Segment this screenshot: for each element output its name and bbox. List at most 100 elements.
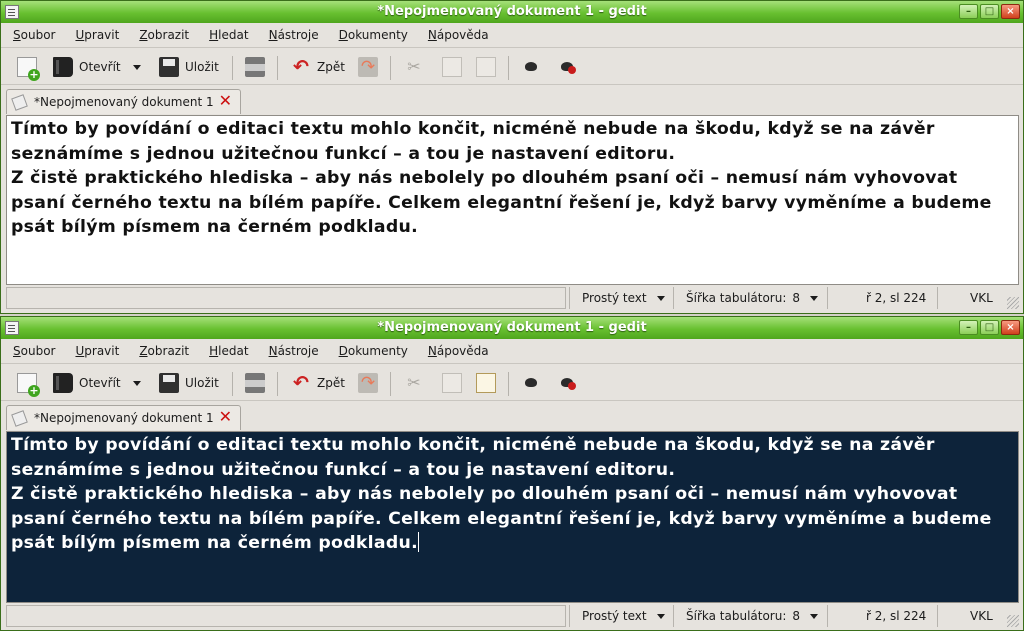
- title-bar[interactable]: *Nepojmenovaný dokument 1 - gedit – □ ×: [1, 1, 1023, 23]
- tab-width-value: 8: [792, 609, 801, 623]
- menu-dokumenty[interactable]: Dokumenty: [339, 28, 408, 42]
- undo-label: Zpět: [317, 60, 345, 74]
- copy-button[interactable]: [442, 372, 462, 394]
- cursor-position: ř 2, sl 224: [827, 605, 937, 627]
- menu-zobrazit[interactable]: Zobrazit: [139, 344, 189, 358]
- save-button[interactable]: Uložit: [159, 56, 219, 78]
- new-button[interactable]: [17, 56, 40, 81]
- paste-icon: [476, 373, 496, 393]
- paste-button[interactable]: [476, 56, 496, 78]
- menu-hledat[interactable]: Hledat: [209, 28, 248, 42]
- document-tab[interactable]: *Nepojmenovaný dokument 1 ✕: [6, 405, 241, 430]
- menu-bar: Soubor Upravit Zobrazit Hledat Nástroje …: [1, 339, 1023, 362]
- copy-icon: [442, 373, 462, 393]
- tab-width-label: Šířka tabulátoru:: [686, 609, 787, 623]
- find-button[interactable]: [522, 372, 542, 394]
- menu-nastroje[interactable]: Nástroje: [269, 344, 319, 358]
- toolbar-separator: [277, 56, 278, 80]
- save-label: Uložit: [185, 376, 219, 390]
- find-replace-button[interactable]: [558, 56, 578, 78]
- tab-label: *Nepojmenovaný dokument 1: [34, 95, 214, 109]
- menu-hledat[interactable]: Hledat: [209, 344, 248, 358]
- chevron-down-icon: [656, 613, 665, 619]
- open-button[interactable]: Otevřít: [53, 56, 121, 78]
- menu-bar: Soubor Upravit Zobrazit Hledat Nástroje …: [1, 23, 1023, 46]
- cut-button[interactable]: ✂: [404, 56, 424, 78]
- toolbar: Otevřít Uložit ↶ Zpět ↷ ✂: [1, 363, 1023, 401]
- copy-button[interactable]: [442, 56, 462, 78]
- language-label: Prostý text: [582, 291, 647, 305]
- tab-width-label: Šířka tabulátoru:: [686, 291, 787, 305]
- print-button[interactable]: [245, 56, 265, 78]
- menu-upravit[interactable]: Upravit: [75, 344, 119, 358]
- redo-button[interactable]: ↷: [358, 56, 378, 78]
- chevron-down-icon: [810, 295, 819, 301]
- new-document-icon: [17, 373, 40, 397]
- tab-width-selector[interactable]: Šířka tabulátoru: 8: [673, 605, 827, 627]
- close-tab-icon[interactable]: ✕: [219, 409, 232, 425]
- new-button[interactable]: [17, 372, 40, 397]
- close-window-button[interactable]: ×: [1001, 320, 1020, 335]
- redo-button[interactable]: ↷: [358, 372, 378, 394]
- minimize-button[interactable]: –: [959, 320, 978, 335]
- toolbar-separator: [232, 372, 233, 396]
- open-recent-dropdown[interactable]: [129, 56, 141, 78]
- print-button[interactable]: [245, 372, 265, 394]
- maximize-button[interactable]: □: [980, 320, 999, 335]
- resize-grip[interactable]: [1007, 297, 1019, 309]
- new-document-icon: [17, 57, 40, 81]
- toolbar-separator: [508, 56, 509, 80]
- tab-label: *Nepojmenovaný dokument 1: [34, 411, 214, 425]
- save-icon: [159, 57, 179, 77]
- find-icon: [522, 57, 542, 77]
- gedit-window-dark: *Nepojmenovaný dokument 1 - gedit – □ × …: [0, 316, 1024, 631]
- find-button[interactable]: [522, 56, 542, 78]
- menu-soubor[interactable]: Soubor: [13, 28, 55, 42]
- tab-width-value: 8: [792, 291, 801, 305]
- text-editor[interactable]: Tímto by povídání o editaci textu mohlo …: [6, 115, 1019, 285]
- menu-napoveda[interactable]: Nápověda: [428, 28, 489, 42]
- open-recent-dropdown[interactable]: [129, 372, 141, 394]
- chevron-down-icon: [656, 295, 665, 301]
- document-tab[interactable]: *Nepojmenovaný dokument 1 ✕: [6, 89, 241, 114]
- maximize-button[interactable]: □: [980, 4, 999, 19]
- language-label: Prostý text: [582, 609, 647, 623]
- status-message-area: [6, 605, 566, 627]
- toolbar-separator: [508, 372, 509, 396]
- undo-button[interactable]: ↶ Zpět: [291, 56, 345, 78]
- tab-bar: *Nepojmenovaný dokument 1 ✕: [1, 403, 1023, 430]
- cut-button[interactable]: ✂: [404, 372, 424, 394]
- save-label: Uložit: [185, 60, 219, 74]
- close-tab-icon[interactable]: ✕: [219, 93, 232, 109]
- open-icon: [53, 373, 73, 393]
- language-selector[interactable]: Prostý text: [569, 605, 673, 627]
- toolbar-separator: [390, 56, 391, 80]
- menu-zobrazit[interactable]: Zobrazit: [139, 28, 189, 42]
- open-icon: [53, 57, 73, 77]
- toolbar-separator: [390, 372, 391, 396]
- text-editor[interactable]: Tímto by povídání o editaci textu mohlo …: [6, 431, 1019, 603]
- cut-icon: ✂: [407, 57, 421, 76]
- menu-soubor[interactable]: Soubor: [13, 344, 55, 358]
- tab-width-selector[interactable]: Šířka tabulátoru: 8: [673, 287, 827, 309]
- menu-napoveda[interactable]: Nápověda: [428, 344, 489, 358]
- tab-bar: *Nepojmenovaný dokument 1 ✕: [1, 87, 1023, 114]
- undo-button[interactable]: ↶ Zpět: [291, 372, 345, 394]
- chevron-down-icon: [133, 64, 141, 70]
- resize-grip[interactable]: [1007, 615, 1019, 627]
- find-replace-button[interactable]: [558, 372, 578, 394]
- close-window-button[interactable]: ×: [1001, 4, 1020, 19]
- save-button[interactable]: Uložit: [159, 372, 219, 394]
- menu-upravit[interactable]: Upravit: [75, 28, 119, 42]
- menu-nastroje[interactable]: Nástroje: [269, 28, 319, 42]
- print-icon: [245, 373, 265, 393]
- title-bar[interactable]: *Nepojmenovaný dokument 1 - gedit – □ ×: [1, 317, 1023, 339]
- menu-dokumenty[interactable]: Dokumenty: [339, 344, 408, 358]
- minimize-button[interactable]: –: [959, 4, 978, 19]
- find-replace-icon: [558, 57, 578, 77]
- paste-button[interactable]: [476, 372, 496, 394]
- language-selector[interactable]: Prostý text: [569, 287, 673, 309]
- find-replace-icon: [558, 373, 578, 393]
- open-button[interactable]: Otevřít: [53, 372, 121, 394]
- status-message-area: [6, 287, 566, 309]
